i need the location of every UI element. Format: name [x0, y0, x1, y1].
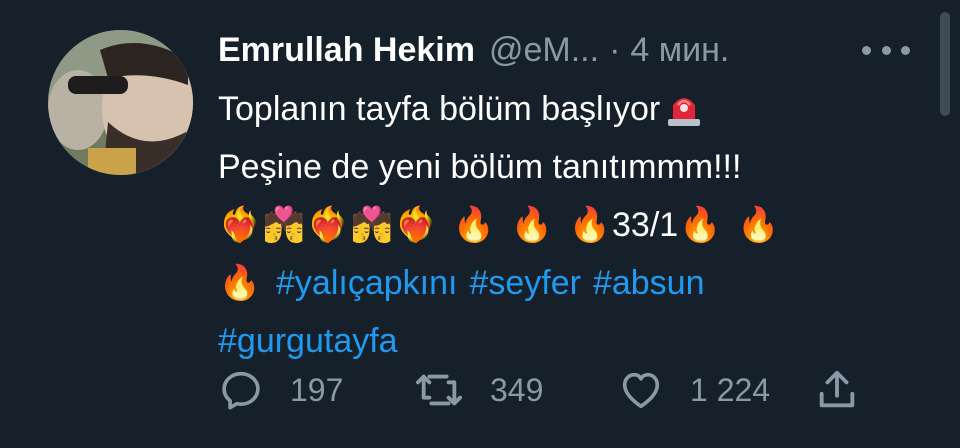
heart-on-fire-emoji: ❤️‍🔥: [218, 206, 262, 244]
tweet-line: Toplanın tayfa bölüm başlıyor: [218, 80, 918, 138]
share-icon: [819, 370, 855, 408]
display-name[interactable]: Emrullah Hekim: [218, 31, 475, 70]
avatar[interactable]: [48, 30, 193, 175]
more-dot: [881, 45, 891, 55]
retweet-count: 349: [490, 371, 544, 408]
heart-on-fire-emoji: ❤️‍🔥: [394, 206, 438, 244]
reply-count: 197: [290, 371, 344, 408]
fire-emoji: 🔥: [452, 206, 496, 244]
fire-emoji: 🔥: [510, 206, 554, 244]
hashtag-link[interactable]: #yalıçapkını: [276, 254, 457, 312]
like-button[interactable]: 1 224: [618, 362, 770, 418]
retweet-icon: [415, 374, 462, 406]
tweet-text: Toplanın tayfa bölüm başlıyor Peşine de …: [218, 80, 918, 370]
reply-button[interactable]: 197: [218, 362, 343, 418]
more-dot: [862, 45, 871, 55]
tweet-card[interactable]: Emrullah Hekim @eM... · 4 мин. Toplanın …: [0, 0, 960, 448]
more-dot: [901, 45, 910, 55]
tweet-line: Peşine de yeni bölüm tanıtımmm!!!: [218, 138, 918, 196]
share-button[interactable]: [814, 362, 860, 418]
fire-emoji: 🔥: [218, 264, 262, 302]
tweet-line: 🔥 #yalıçapkını #seyfer #absun: [218, 254, 918, 312]
avatar-image: [48, 30, 193, 175]
hashtag-link[interactable]: #seyfer: [469, 254, 581, 312]
timestamp[interactable]: 4 мин.: [630, 31, 729, 70]
siren-icon: [664, 89, 704, 129]
more-options-button[interactable]: [862, 44, 910, 56]
tweet-line-text: Toplanın tayfa bölüm başlıyor: [218, 90, 661, 128]
fire-emoji: 🔥: [737, 206, 780, 244]
tweet-line-text: 33/1: [612, 206, 679, 244]
handle[interactable]: @eM...: [489, 31, 599, 70]
like-icon: [622, 372, 660, 409]
tweet-line: ❤️‍🔥 💏 ❤️‍🔥 💏 ❤️‍🔥 🔥 🔥 🔥 33/1 🔥 🔥: [218, 196, 918, 254]
scrollbar[interactable]: [940, 12, 950, 116]
hashtag-link[interactable]: #absun: [593, 254, 705, 312]
tweet-line-text: Peşine de yeni bölüm tanıtımmm!!!: [218, 148, 742, 186]
fire-emoji: 🔥: [679, 206, 722, 244]
tweet-actions: 197 349 1 224: [218, 362, 878, 418]
reply-icon: [222, 371, 260, 410]
heart-on-fire-emoji: ❤️‍🔥: [306, 206, 350, 244]
separator-dot: ·: [609, 30, 621, 69]
retweet-button[interactable]: 349: [414, 362, 543, 418]
couple-kiss-emoji: 💏: [262, 206, 306, 244]
tweet-header: Emrullah Hekim @eM... · 4 мин.: [218, 26, 729, 74]
couple-kiss-emoji: 💏: [350, 206, 394, 244]
fire-emoji: 🔥: [568, 206, 612, 244]
like-count: 1 224: [690, 371, 771, 408]
